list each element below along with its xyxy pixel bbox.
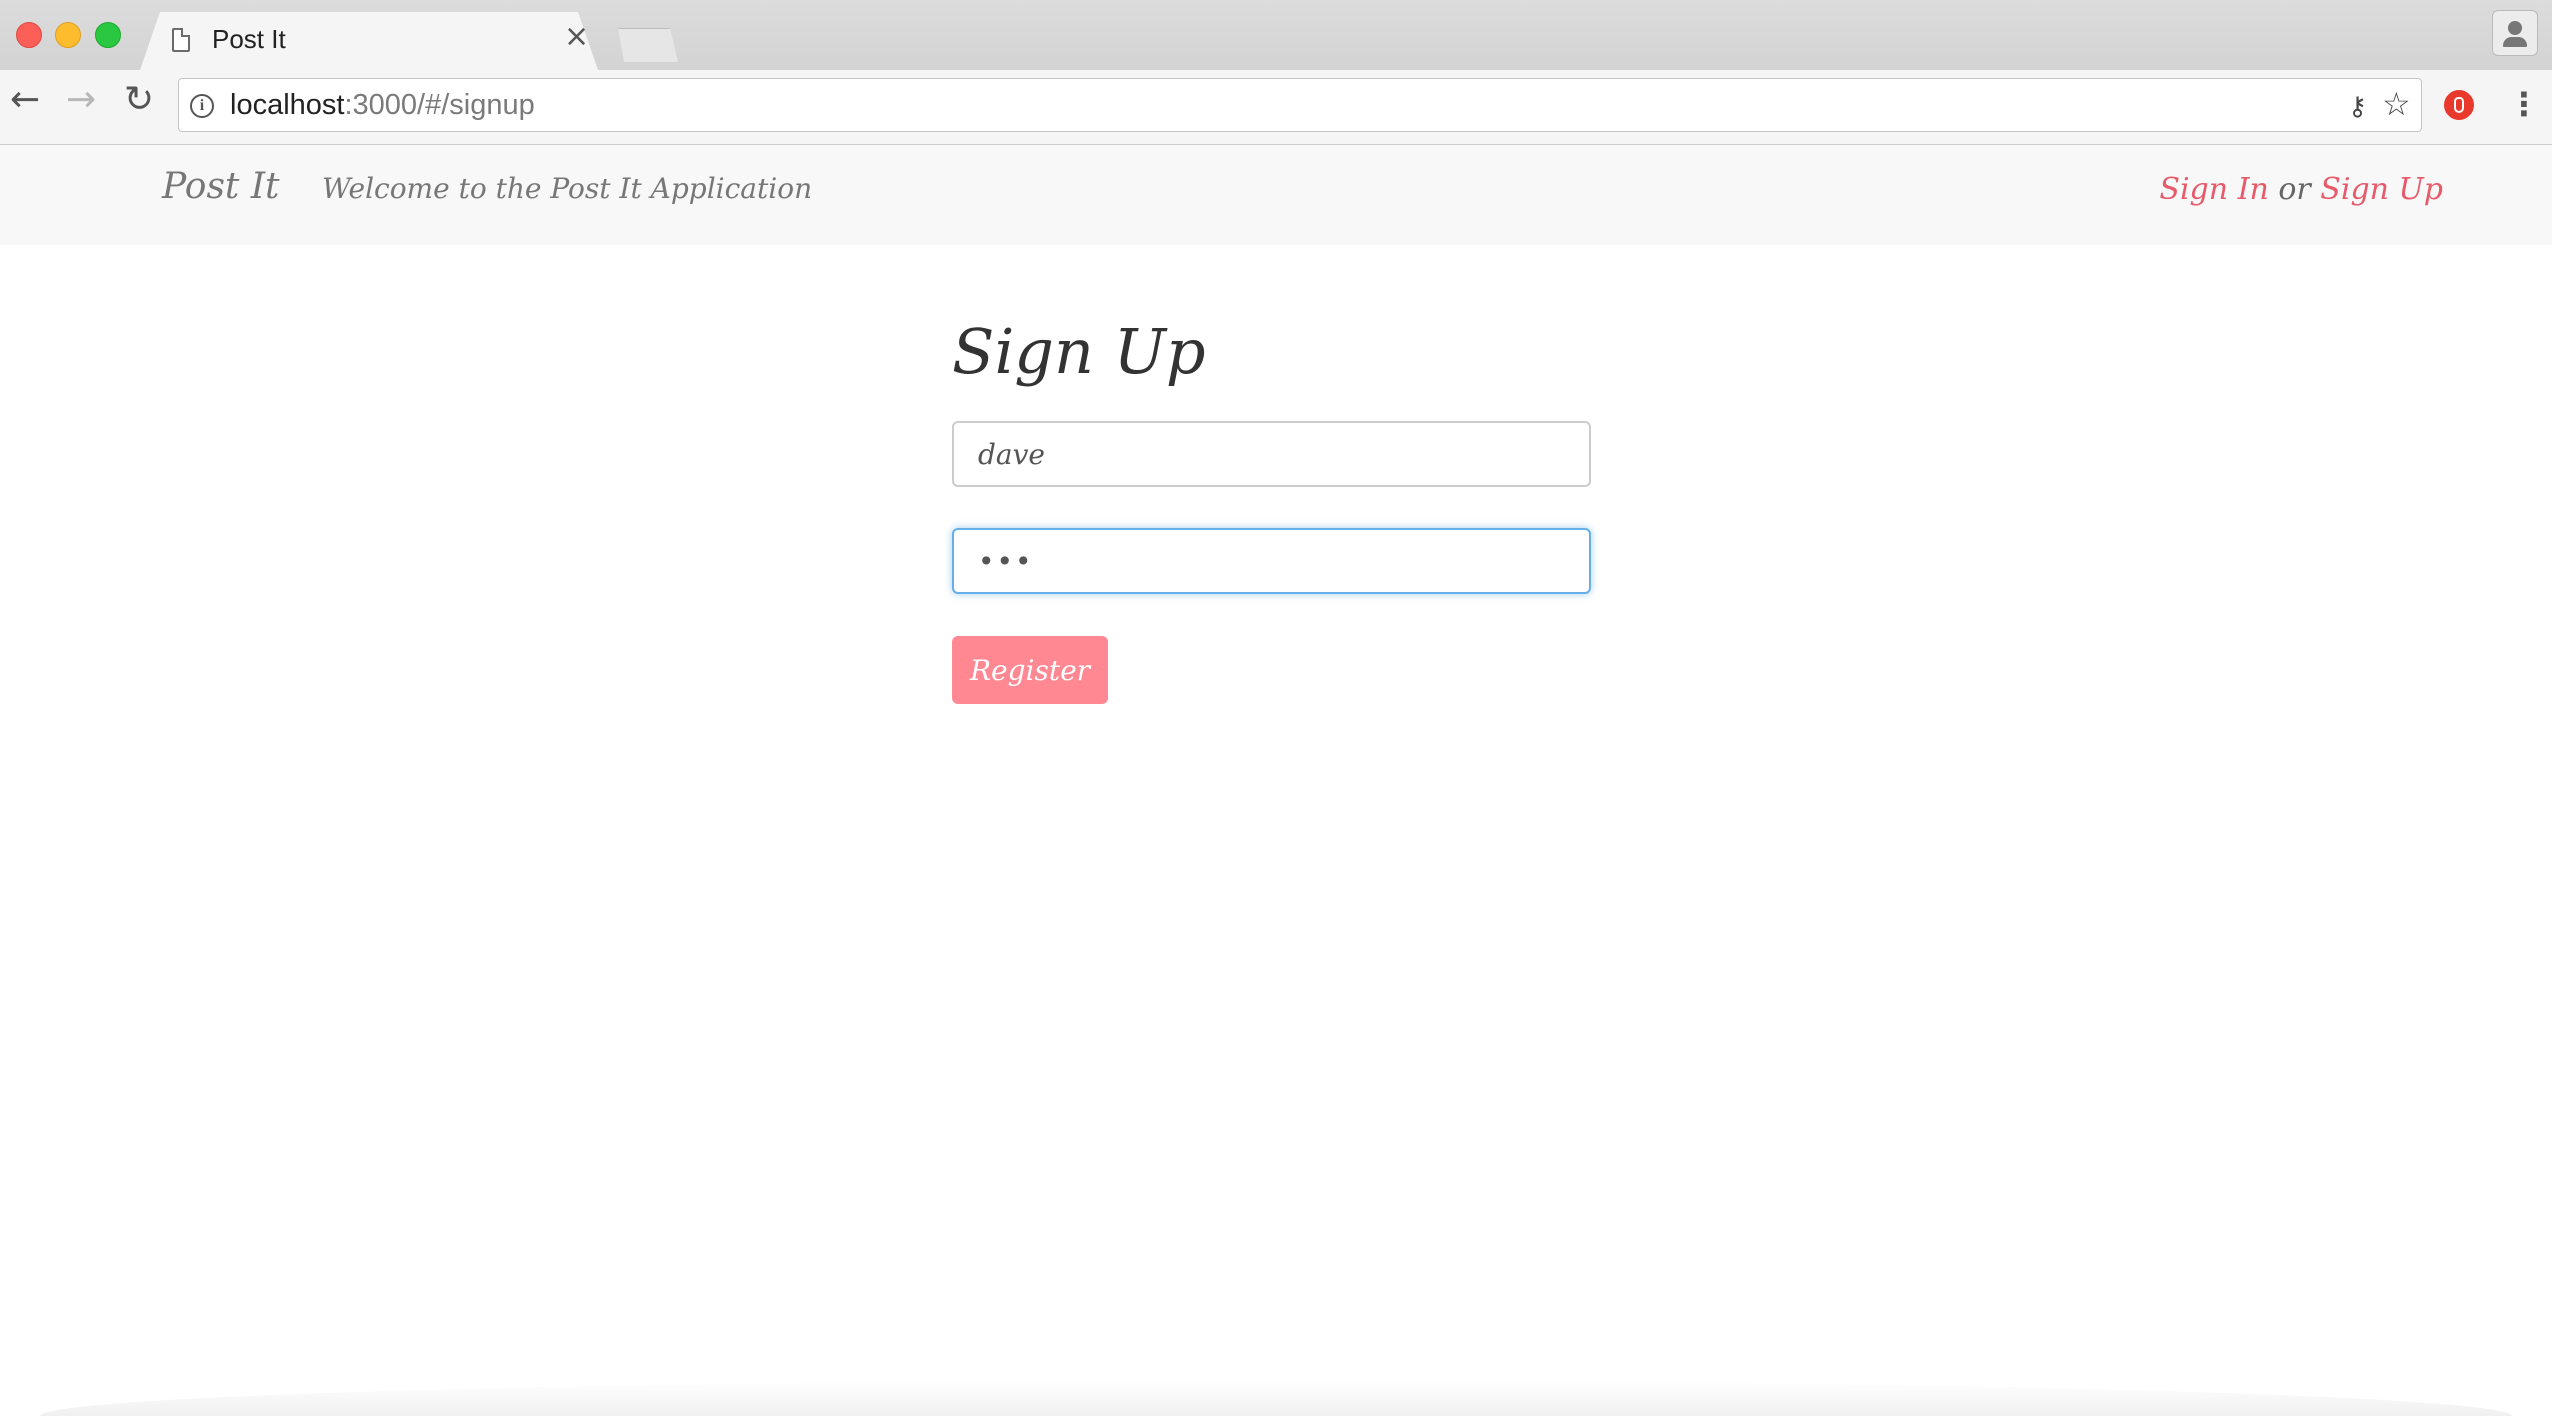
bookmark-star-icon[interactable]: ☆: [2382, 88, 2411, 120]
page-title: Sign Up: [952, 315, 1206, 388]
minimize-window-button[interactable]: [55, 22, 81, 48]
url-path: :3000/#/signup: [344, 89, 535, 121]
sign-up-link[interactable]: Sign Up: [2320, 172, 2443, 207]
window-bottom-shadow: [40, 1380, 2512, 1416]
forward-arrow-icon[interactable]: →: [66, 82, 96, 118]
browser-tab[interactable]: [140, 12, 598, 70]
adblock-extension-icon[interactable]: [2444, 90, 2474, 120]
tab-title: Post It: [212, 24, 286, 54]
register-button[interactable]: Register: [952, 636, 1108, 704]
document-icon: [172, 28, 190, 52]
welcome-text: Welcome to the Post It Application: [322, 172, 813, 205]
more-menu-icon[interactable]: ⋮: [2508, 88, 2540, 120]
or-text: or: [2278, 172, 2311, 207]
key-icon[interactable]: ⚷: [2348, 92, 2367, 122]
profile-button[interactable]: [2492, 10, 2538, 56]
tab-close-icon[interactable]: ×: [564, 22, 589, 52]
sign-in-link[interactable]: Sign In: [2159, 172, 2268, 207]
auth-links: Sign In or Sign Up: [2159, 172, 2443, 207]
info-icon[interactable]: i: [190, 94, 214, 118]
person-icon: [2508, 21, 2522, 35]
password-input[interactable]: [952, 528, 1591, 594]
back-arrow-icon[interactable]: ←: [10, 82, 40, 118]
brand-link[interactable]: Post It: [162, 166, 280, 207]
close-window-button[interactable]: [16, 22, 42, 48]
url-host: localhost: [230, 89, 345, 121]
reload-icon[interactable]: ↻: [124, 82, 154, 118]
url-text[interactable]: localhost:3000/#/signup: [230, 89, 535, 122]
zoom-window-button[interactable]: [95, 22, 121, 48]
username-input[interactable]: [952, 421, 1591, 487]
